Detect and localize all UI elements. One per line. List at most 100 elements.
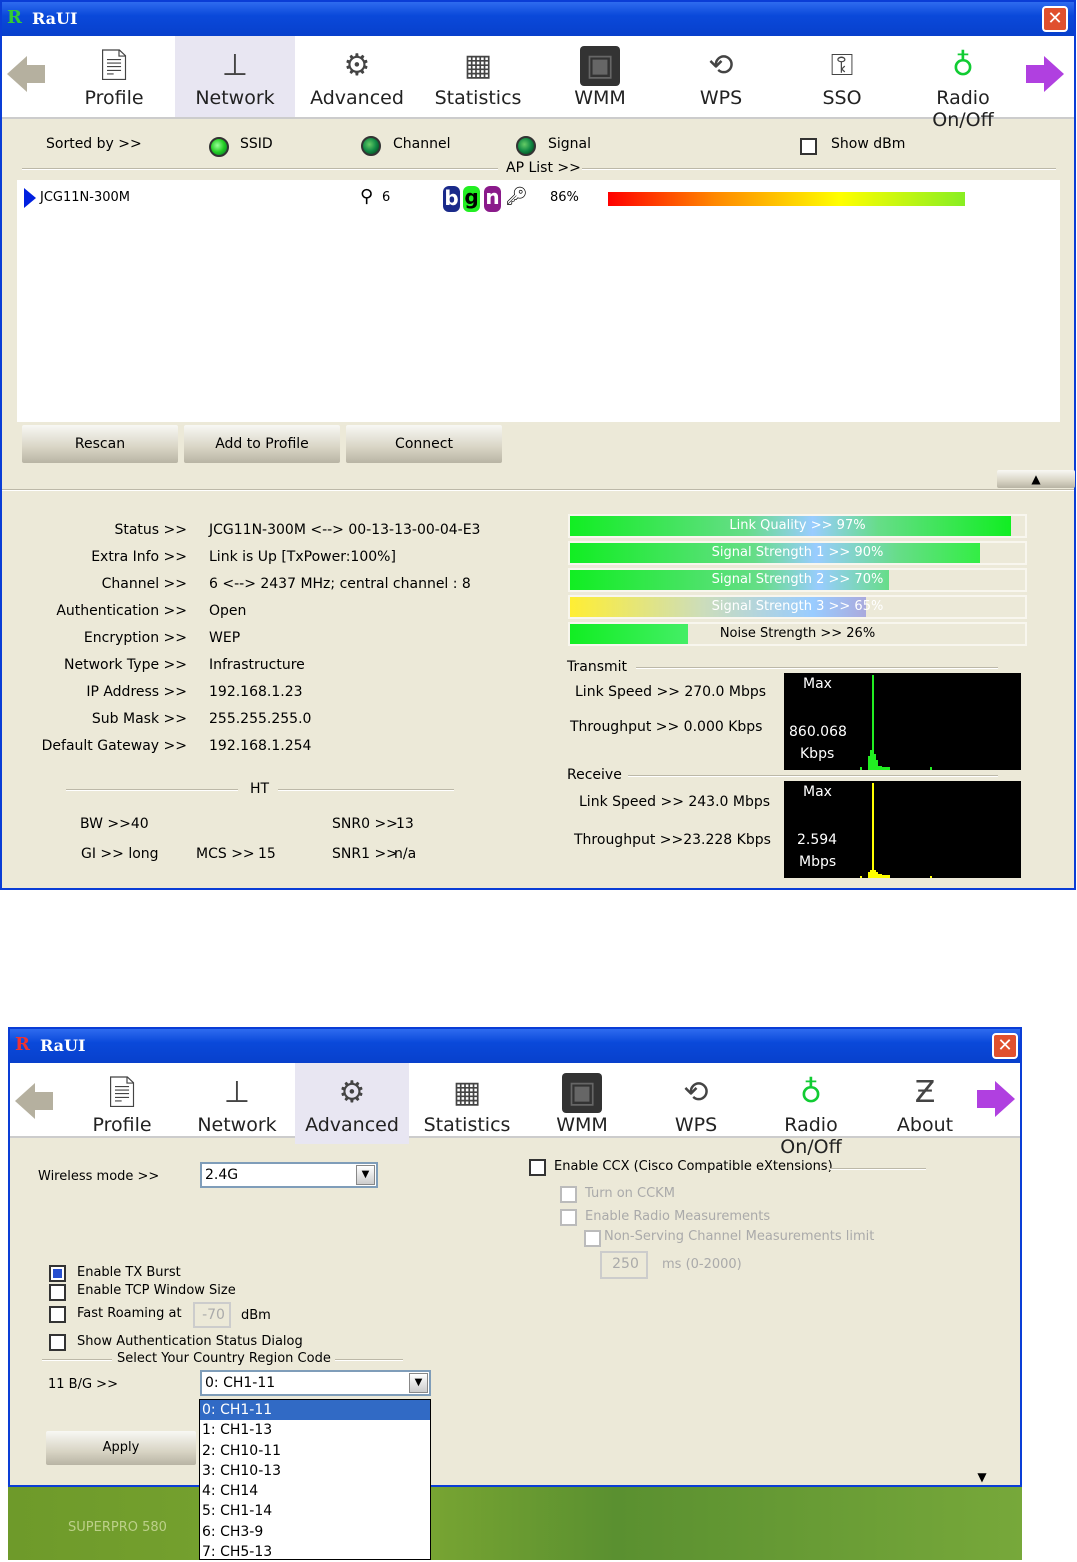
ht-title: HT [250, 781, 270, 797]
auth-dialog-checkbox[interactable] [49, 1334, 66, 1351]
toolbar-wps[interactable]: ⟲ WPS [661, 36, 781, 117]
ap-signal-percent: 86% [550, 190, 579, 205]
toolbar-profile[interactable]: 📄︎ Profile [65, 1063, 179, 1144]
title-bar: R RaUI [2, 2, 1074, 36]
toolbar-wmm[interactable]: ▣ WMM [540, 36, 660, 117]
divider [66, 789, 238, 791]
tx-throughput: Throughput >> 0.000 Kbps [570, 719, 763, 735]
back-arrow-icon[interactable] [7, 56, 45, 92]
tcp-window-checkbox[interactable] [49, 1284, 66, 1301]
toolbar-wmm[interactable]: ▣ WMM [525, 1063, 639, 1144]
auth-dialog-label: Show Authentication Status Dialog [77, 1334, 303, 1349]
toolbar: 📄︎ Profile ⊥ Network ⚙ Advanced ▦ Statistics ▣ WM… [2, 36, 1074, 131]
bg-region-dropdown-list[interactable]: 0: CH1-11 1: CH1-13 2: CH10-11 3: CH10-13 4:… [199, 1399, 431, 1560]
sort-ssid-radio[interactable] [209, 137, 229, 157]
desktop-label: SUPERPRO 580 [68, 1520, 167, 1535]
close-button[interactable]: ✕ [1042, 6, 1068, 32]
toolbar-sso[interactable]: ⚿ SSO [782, 36, 902, 117]
wireless-mode-select[interactable]: 2.4G ▼ [200, 1162, 378, 1188]
desktop-background: SUPERPRO 580 [8, 1487, 1022, 1560]
ht-snr0-label: SNR0 >> [332, 816, 398, 832]
dropdown-option[interactable]: 4: CH14 [200, 1481, 430, 1501]
info-value: 255.255.255.0 [209, 711, 312, 727]
toolbar-statistics[interactable]: ▦ Statistics [418, 36, 538, 117]
toolbar-wps[interactable]: ⟲ WPS [639, 1063, 753, 1144]
rx-graph-unit: Mbps [799, 854, 837, 870]
show-dbm-label: Show dBm [831, 136, 906, 152]
cckm-checkbox[interactable] [560, 1186, 577, 1203]
radio-measurements-checkbox[interactable] [560, 1209, 577, 1226]
bg-region-select[interactable]: 0: CH1-11 ▼ [200, 1370, 431, 1396]
wmm-icon: ▣ [580, 46, 620, 86]
ht-snr0-value: 13 [396, 816, 414, 832]
bar-label: Noise Strength >> 26% [719, 626, 876, 641]
divider [582, 168, 1056, 170]
advanced-icon: ⚙ [338, 1075, 366, 1110]
ms-limit-input[interactable]: 250 [600, 1251, 648, 1279]
fast-roaming-input[interactable]: -70 [193, 1302, 231, 1328]
dropdown-option[interactable]: 3: CH10-13 [200, 1461, 430, 1481]
toolbar-advanced[interactable]: ⚙ Advanced [295, 1063, 409, 1144]
sort-signal-radio[interactable] [516, 136, 536, 156]
sort-channel-radio[interactable] [361, 136, 381, 156]
collapse-button[interactable]: ▲ [997, 470, 1075, 488]
close-button[interactable]: ✕ [992, 1033, 1018, 1059]
raui-window-advanced: R RaUI ✕ 📄︎ Profile ⊥ Network ⚙ Advanced ▦ Stati… [8, 1027, 1022, 1487]
toolbar-label: WMM [574, 87, 626, 109]
bar-label: Signal Strength 2 >> 70% [711, 572, 884, 587]
info-value: WEP [209, 630, 241, 646]
toolbar-network[interactable]: ⊥ Network [180, 1063, 294, 1144]
dropdown-option[interactable]: 7: CH5-13 [200, 1542, 430, 1562]
toolbar-network[interactable]: ⊥ Network [175, 36, 295, 117]
dropdown-option[interactable]: 6: CH3-9 [200, 1522, 430, 1542]
toolbar-label: Network [197, 1114, 277, 1136]
fast-roaming-checkbox[interactable] [49, 1306, 66, 1323]
back-arrow-icon[interactable] [15, 1083, 53, 1119]
toolbar-advanced[interactable]: ⚙ Advanced [297, 36, 417, 117]
chevron-down-icon[interactable]: ▼ [409, 1373, 428, 1393]
toolbar-radio-on-off[interactable]: ♁ Radio On/Off [903, 36, 1023, 131]
toolbar-about[interactable]: Ƶ About [868, 1063, 982, 1144]
radio-icon: ♁ [800, 1075, 822, 1110]
expand-button[interactable]: ▼ [947, 1469, 1017, 1485]
info-value: Open [209, 603, 247, 619]
toolbar-label: Advanced [310, 87, 404, 109]
rescan-button[interactable]: Rescan [22, 425, 178, 463]
profile-icon: 📄︎ [94, 48, 134, 83]
graph-sample [868, 872, 870, 878]
info-value: 6 <--> 2437 MHz; central channel : 8 [209, 576, 471, 592]
wps-icon: ⟲ [683, 1075, 709, 1110]
show-dbm-checkbox[interactable] [800, 138, 817, 155]
graph-sample [870, 870, 872, 878]
non-serving-checkbox[interactable] [584, 1230, 601, 1247]
transmit-title: Transmit [567, 659, 628, 675]
graph-sample [888, 875, 890, 878]
chevron-down-icon[interactable]: ▼ [356, 1165, 375, 1185]
add-to-profile-button[interactable]: Add to Profile [184, 425, 340, 463]
forward-arrow-icon[interactable] [977, 1081, 1015, 1117]
mode-g-icon: g [463, 186, 480, 212]
about-icon: Ƶ [914, 1075, 936, 1110]
tx-burst-checkbox[interactable] [49, 1265, 66, 1282]
forward-arrow-icon[interactable] [1026, 56, 1064, 92]
mode-b-icon: b [443, 186, 460, 212]
apply-button[interactable]: Apply [46, 1431, 196, 1465]
toolbar-profile[interactable]: 📄︎ Profile [54, 36, 174, 117]
signal-bar-4: Noise Strength >> 26% [568, 622, 1027, 646]
table-row[interactable]: JCG11N-300M ⚲ 6 b g n 🔑︎ 86% [17, 186, 1060, 212]
toolbar-label: SSO [822, 87, 862, 109]
toolbar-label: WPS [674, 1114, 718, 1136]
rx-link-speed: Link Speed >> 243.0 Mbps [579, 794, 771, 810]
dropdown-option[interactable]: 0: CH1-11 [200, 1400, 430, 1421]
toolbar-radio-on-off[interactable]: ♁ Radio On/Off [754, 1063, 868, 1158]
dropdown-option[interactable]: 1: CH1-13 [200, 1420, 430, 1440]
dropdown-option[interactable]: 2: CH10-11 [200, 1441, 430, 1461]
connect-button[interactable]: Connect [346, 425, 502, 463]
ccx-checkbox[interactable] [529, 1159, 546, 1176]
sort-ssid-label: SSID [240, 136, 273, 152]
dropdown-option[interactable]: 5: CH1-14 [200, 1501, 430, 1521]
tx-graph-max-value: 860.068 [789, 724, 847, 740]
divider [335, 1359, 403, 1361]
ap-ssid: JCG11N-300M [40, 190, 130, 205]
toolbar-statistics[interactable]: ▦ Statistics [410, 1063, 524, 1144]
